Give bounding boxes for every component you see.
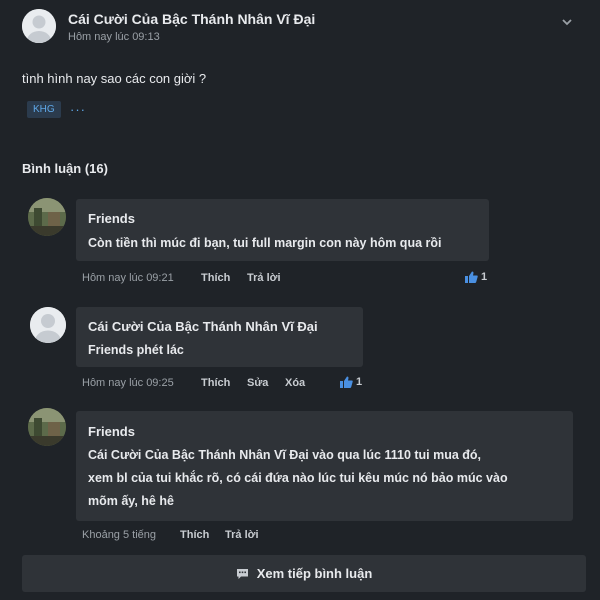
default-user-icon [22, 9, 56, 43]
comments-heading: Bình luận (16) [22, 161, 108, 176]
comment-avatar[interactable] [28, 198, 66, 236]
post-tag[interactable]: KHG [27, 101, 61, 118]
comment-text-line: mõm ấy, hê hê [88, 494, 174, 508]
post-author-name[interactable]: Cái Cười Của Bậc Thánh Nhân Vĩ Đại [68, 11, 315, 27]
comment-text: Còn tiền thì múc đi bạn, tui full margin… [88, 236, 442, 250]
like-count-value: 1 [481, 271, 488, 283]
comment-text: Friends phét lác [88, 343, 184, 357]
comment-author[interactable]: Cái Cười Của Bậc Thánh Nhân Vĩ Đại [88, 319, 318, 334]
like-button[interactable]: Thích [201, 272, 230, 284]
comment-author[interactable]: Friends [88, 424, 135, 439]
default-user-icon [30, 307, 66, 343]
comment-timestamp: Hôm nay lúc 09:25 [82, 377, 174, 389]
reply-button[interactable]: Trả lời [247, 272, 281, 284]
thumbs-up-icon [465, 271, 478, 283]
comment-timestamp: Hôm nay lúc 09:21 [82, 272, 174, 284]
post-timestamp: Hôm nay lúc 09:13 [68, 31, 160, 43]
load-more-comments-button[interactable]: Xem tiếp bình luận [22, 555, 586, 592]
comment-avatar[interactable] [28, 408, 66, 446]
reply-button[interactable]: Trả lời [225, 529, 259, 541]
comment-author[interactable]: Friends [88, 211, 135, 226]
comment-avatar[interactable] [30, 307, 66, 343]
load-more-label: Xem tiếp bình luận [256, 566, 373, 581]
user-photo-icon [28, 408, 66, 446]
like-button[interactable]: Thích [180, 529, 209, 541]
more-tags-button[interactable]: ··· [70, 102, 86, 117]
like-count[interactable]: 1 [340, 376, 362, 388]
comment-text-line: xem bl của tui khắc rõ, có cái đứa nào l… [88, 471, 508, 485]
comment-timestamp: Khoảng 5 tiếng [82, 529, 157, 541]
edit-button[interactable]: Sửa [247, 377, 268, 389]
comment-text-line: Cái Cười Của Bậc Thánh Nhân Vĩ Đại vào q… [88, 448, 482, 462]
chevron-down-icon [562, 19, 572, 26]
like-button[interactable]: Thích [201, 377, 230, 389]
comment-icon [236, 568, 248, 579]
post-menu-button[interactable] [560, 15, 574, 29]
delete-button[interactable]: Xóa [285, 377, 305, 389]
thumbs-up-icon [340, 376, 353, 388]
post-content: tình hình nay sao các con giời ? [22, 71, 207, 86]
user-photo-icon [28, 198, 66, 236]
like-count[interactable]: 1 [465, 271, 487, 283]
like-count-value: 1 [356, 376, 363, 388]
post-author-avatar[interactable] [22, 9, 56, 43]
